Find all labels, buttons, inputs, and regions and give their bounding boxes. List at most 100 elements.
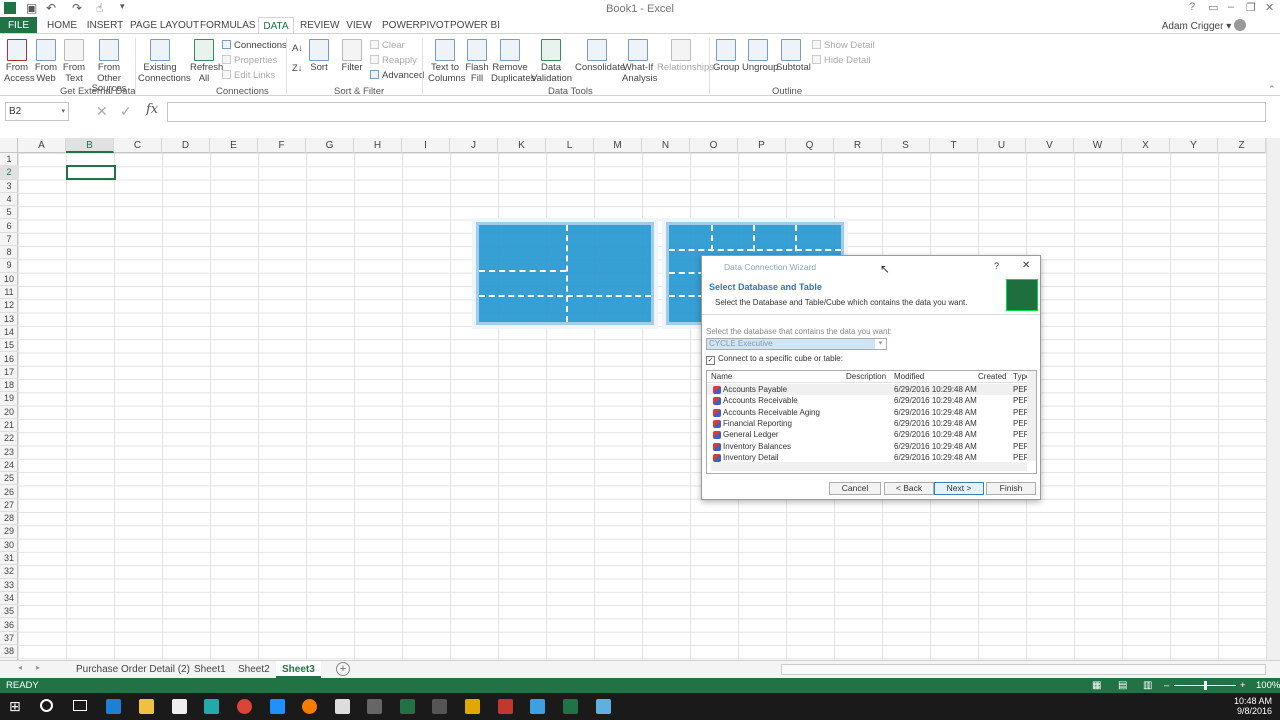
column-header[interactable]: Q [786, 138, 834, 153]
col-created[interactable]: Created [978, 371, 1006, 383]
calendar-icon[interactable] [335, 699, 350, 714]
finish-button[interactable]: Finish [986, 482, 1036, 495]
minimize-icon[interactable]: – [1228, 1, 1234, 13]
relationships-button[interactable]: Relationships [657, 39, 714, 74]
hide-detail-button[interactable]: Hide Detail [812, 54, 870, 67]
row-header[interactable]: 26 [0, 486, 18, 499]
from-text-button[interactable]: From Text [61, 39, 87, 84]
column-header[interactable]: X [1122, 138, 1170, 153]
powerpoint-icon[interactable] [498, 699, 513, 714]
row-header[interactable]: 35 [0, 605, 18, 619]
row-header[interactable]: 33 [0, 579, 18, 592]
firefox-icon[interactable] [302, 699, 317, 714]
column-header[interactable]: D [162, 138, 210, 153]
row-header[interactable]: 38 [0, 645, 18, 659]
row-header[interactable]: 24 [0, 459, 18, 473]
database-select[interactable]: CYCLE Executive ▾ [706, 338, 887, 350]
app-icon[interactable] [596, 699, 611, 714]
refresh-all-button[interactable]: Refresh All [190, 39, 223, 84]
column-header[interactable]: E [210, 138, 258, 153]
page-layout-view-icon[interactable]: ▤ [1118, 678, 1127, 693]
row-header[interactable]: 31 [0, 552, 18, 566]
column-header[interactable]: N [642, 138, 690, 153]
col-name[interactable]: Name [711, 371, 732, 383]
row-header[interactable]: 1 [0, 153, 18, 167]
reapply-button[interactable]: Reapply [370, 54, 417, 67]
remove-duplicates-button[interactable]: Remove Duplicates [491, 39, 535, 84]
formula-input[interactable] [167, 102, 1266, 122]
column-header[interactable]: Y [1170, 138, 1218, 153]
row-header[interactable]: 2 [0, 166, 18, 180]
column-header[interactable]: F [258, 138, 306, 153]
data-validation-button[interactable]: Data Validation [531, 39, 572, 84]
column-header[interactable]: M [594, 138, 642, 153]
ungroup-button[interactable]: Ungroup [742, 39, 778, 74]
next-button[interactable]: Next > [934, 482, 984, 495]
sheet-tab-sheet2[interactable]: Sheet2 [232, 661, 276, 678]
row-header[interactable]: 11 [0, 286, 18, 300]
tab-page-layout[interactable]: PAGE LAYOUT [130, 17, 199, 34]
active-cell[interactable] [66, 165, 116, 180]
task-view-icon[interactable] [73, 700, 87, 711]
close-icon[interactable]: ✕ [1265, 1, 1274, 14]
sheet-tab-sheet3[interactable]: Sheet3 [276, 661, 321, 678]
snagit-icon[interactable] [204, 699, 219, 714]
restore-icon[interactable]: ❐ [1246, 1, 1256, 14]
ie-icon[interactable] [270, 699, 285, 714]
sort-za-icon[interactable]: Z↓ [292, 62, 303, 75]
chrome-icon[interactable] [237, 699, 252, 714]
vertical-scrollbar[interactable] [1266, 138, 1280, 660]
column-header[interactable]: I [402, 138, 450, 153]
tab-review[interactable]: REVIEW [300, 17, 339, 34]
select-all-corner[interactable] [0, 138, 18, 153]
close-icon[interactable]: ✕ [1022, 260, 1030, 271]
app-icon[interactable] [367, 699, 382, 714]
row-header[interactable]: 17 [0, 366, 18, 380]
column-header[interactable]: S [882, 138, 930, 153]
row-header[interactable]: 22 [0, 432, 18, 446]
row-header[interactable]: 15 [0, 339, 18, 353]
search-icon[interactable] [40, 699, 53, 712]
col-modified[interactable]: Modified [894, 371, 924, 383]
store-icon[interactable] [172, 699, 187, 714]
column-header[interactable]: B [66, 138, 114, 153]
column-header[interactable]: W [1074, 138, 1122, 153]
name-box[interactable]: B2 ▾ [5, 102, 69, 121]
zoom-level[interactable]: 100% [1256, 678, 1280, 693]
clock[interactable]: 10:48 AM 9/8/2016 [1234, 696, 1272, 716]
column-header[interactable]: G [306, 138, 354, 153]
tools-icon[interactable] [432, 699, 447, 714]
row-header[interactable]: 5 [0, 206, 18, 220]
what-if-analysis-button[interactable]: What-If Analysis [622, 39, 657, 84]
connections-button[interactable]: Connections [222, 39, 287, 52]
from-web-button[interactable]: From Web [33, 39, 59, 84]
show-detail-button[interactable]: Show Detail [812, 39, 875, 52]
column-header[interactable]: C [114, 138, 162, 153]
row-header[interactable]: 10 [0, 273, 18, 286]
row-header[interactable]: 7 [0, 233, 18, 247]
column-header[interactable]: V [1026, 138, 1074, 153]
column-header[interactable]: T [930, 138, 978, 153]
help-icon[interactable]: ? [994, 261, 999, 271]
filter-button[interactable]: Filter [340, 39, 364, 74]
scroll-left-icon[interactable]: ◂ [18, 663, 22, 672]
column-header[interactable]: J [450, 138, 498, 153]
consolidate-button[interactable]: Consolidate [575, 39, 625, 74]
table-list[interactable]: Name Description Modified Created Type A… [706, 370, 1037, 474]
row-header[interactable]: 21 [0, 419, 18, 433]
column-header[interactable]: R [834, 138, 882, 153]
zoom-slider-thumb[interactable] [1204, 681, 1207, 690]
tab-insert[interactable]: INSERT [86, 17, 124, 34]
properties-button[interactable]: Properties [222, 54, 277, 67]
table-row[interactable]: Accounts Payable 6/29/2016 10:29:48 AM PER [707, 384, 1029, 396]
row-header[interactable]: 29 [0, 525, 18, 539]
list-hscroll[interactable] [711, 462, 1027, 471]
connect-cube-checkbox[interactable]: ✓ Connect to a specific cube or table: [706, 354, 843, 365]
row-header[interactable]: 30 [0, 539, 18, 552]
excel-icon[interactable] [400, 699, 415, 714]
row-header[interactable]: 32 [0, 565, 18, 579]
column-header[interactable]: U [978, 138, 1026, 153]
group-button[interactable]: Group [713, 39, 739, 74]
user-account[interactable]: Adam Crigger ▾ [1162, 19, 1246, 32]
row-header[interactable]: 23 [0, 446, 18, 459]
